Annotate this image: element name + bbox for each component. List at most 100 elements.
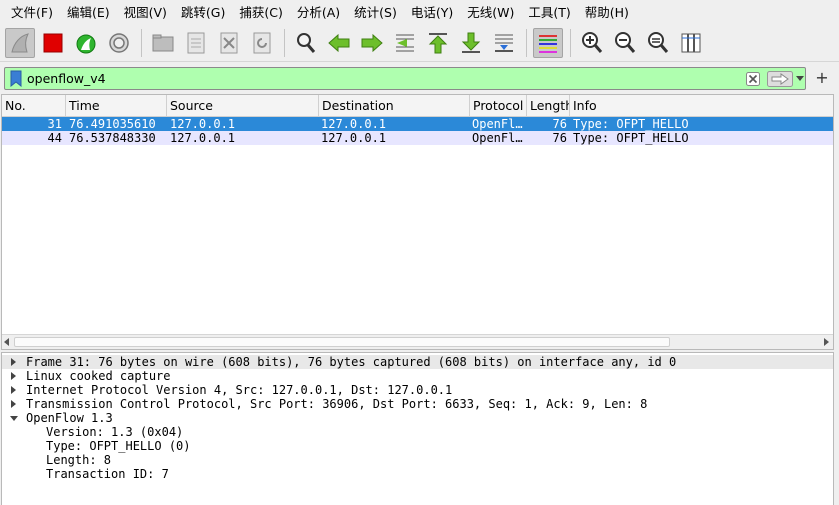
column-header-no[interactable]: No.	[2, 95, 66, 116]
packet-length: 76	[552, 131, 567, 145]
packet-protocol: OpenFl…	[472, 117, 523, 131]
scrollbar-thumb[interactable]	[14, 337, 670, 347]
zoom-normal-icon	[648, 32, 669, 53]
gear-icon	[109, 33, 129, 53]
go-last-packet-button[interactable]	[456, 28, 486, 58]
zoom-out-icon	[615, 32, 636, 53]
packet-length: 76	[552, 117, 567, 131]
display-filter-input[interactable]	[27, 68, 727, 89]
colorize-button[interactable]	[533, 28, 563, 58]
arrow-left-icon	[328, 33, 350, 53]
packet-protocol: OpenFl…	[472, 131, 523, 145]
expand-arrow-icon[interactable]	[11, 400, 16, 408]
collapse-arrow-icon[interactable]	[10, 416, 18, 421]
detail-tree-item-linux[interactable]: Linux cooked capture	[2, 369, 833, 383]
packet-info: Type: OFPT_HELLO	[573, 117, 689, 131]
go-back-button[interactable]	[324, 28, 354, 58]
zoom-normal-button[interactable]	[643, 28, 673, 58]
packet-source: 127.0.0.1	[170, 117, 236, 131]
detail-field-transaction-id[interactable]: Transaction ID: 7	[2, 467, 833, 481]
column-header-destination[interactable]: Destination	[319, 95, 470, 116]
packet-no: 44	[47, 131, 62, 145]
menu-view[interactable]: 视图(V)	[117, 0, 174, 25]
go-to-packet-button[interactable]	[390, 28, 420, 58]
packet-destination: 127.0.0.1	[321, 117, 387, 131]
folder-icon	[152, 34, 174, 52]
reload-file-button[interactable]	[247, 28, 277, 58]
restart-fin-icon	[76, 34, 96, 54]
menu-statistics[interactable]: 统计(S)	[347, 0, 404, 25]
horizontal-scrollbar[interactable]	[2, 334, 833, 349]
packet-info: Type: OFPT_HELLO	[573, 131, 689, 145]
open-file-button[interactable]	[148, 28, 178, 58]
column-header-length[interactable]: Length	[527, 95, 570, 116]
start-capture-button[interactable]	[5, 28, 35, 58]
shark-fin-icon	[11, 33, 29, 53]
menu-help[interactable]: 帮助(H)	[578, 0, 636, 25]
packet-row[interactable]: 31 76.491035610 127.0.0.1 127.0.0.1 Open…	[2, 117, 833, 131]
expand-arrow-icon[interactable]	[11, 372, 16, 380]
expand-arrow-icon[interactable]	[11, 386, 16, 394]
chevron-down-icon[interactable]	[796, 76, 804, 82]
auto-scroll-button[interactable]	[489, 28, 519, 58]
packet-list: No. Time Source Destination Protocol Len…	[1, 94, 834, 350]
scroll-left-icon[interactable]	[4, 338, 9, 346]
packet-details-pane: Frame 31: 76 bytes on wire (608 bits), 7…	[1, 352, 834, 505]
go-first-packet-button[interactable]	[423, 28, 453, 58]
arrow-right-icon	[361, 33, 383, 53]
detail-tree-item-tcp[interactable]: Transmission Control Protocol, Src Port:…	[2, 397, 833, 411]
apply-filter-icon[interactable]	[767, 71, 793, 87]
detail-tree-item-frame[interactable]: Frame 31: 76 bytes on wire (608 bits), 7…	[2, 355, 833, 369]
display-filter-bar: +	[0, 64, 839, 92]
expand-arrow-icon[interactable]	[11, 358, 16, 366]
menu-analyze[interactable]: 分析(A)	[290, 0, 347, 25]
display-filter-box	[4, 67, 806, 90]
stop-capture-button[interactable]	[38, 28, 68, 58]
column-header-protocol[interactable]: Protocol	[470, 95, 527, 116]
window-edge	[834, 94, 839, 505]
scroll-right-icon[interactable]	[824, 338, 829, 346]
menu-wireless[interactable]: 无线(W)	[460, 0, 521, 25]
reload-icon	[253, 32, 271, 54]
close-file-button[interactable]	[214, 28, 244, 58]
add-filter-button[interactable]: +	[811, 67, 833, 89]
packet-time: 76.537848330	[69, 131, 156, 145]
menu-tools[interactable]: 工具(T)	[521, 0, 577, 25]
bookmark-icon[interactable]	[9, 70, 23, 87]
detail-field-length[interactable]: Length: 8	[2, 453, 833, 467]
packet-row[interactable]: 44 76.537848330 127.0.0.1 127.0.0.1 Open…	[2, 131, 833, 145]
detail-tree-item-ip[interactable]: Internet Protocol Version 4, Src: 127.0.…	[2, 383, 833, 397]
menu-telephony[interactable]: 电话(Y)	[404, 0, 460, 25]
restart-capture-button[interactable]	[71, 28, 101, 58]
search-icon	[297, 33, 316, 53]
file-icon	[187, 32, 205, 54]
find-packet-button[interactable]	[291, 28, 321, 58]
packet-time: 76.491035610	[69, 117, 156, 131]
close-file-icon	[220, 32, 238, 54]
capture-options-button[interactable]	[104, 28, 134, 58]
packet-list-header: No. Time Source Destination Protocol Len…	[2, 95, 833, 117]
column-header-info[interactable]: Info	[570, 95, 833, 116]
detail-field-version[interactable]: Version: 1.3 (0x04)	[2, 425, 833, 439]
detail-field-type[interactable]: Type: OFPT_HELLO (0)	[2, 439, 833, 453]
stop-icon	[43, 33, 63, 53]
column-header-time[interactable]: Time	[66, 95, 167, 116]
menu-bar: 文件(F) 编辑(E) 视图(V) 跳转(G) 捕获(C) 分析(A) 统计(S…	[0, 0, 839, 25]
detail-tree-item-openflow[interactable]: OpenFlow 1.3	[2, 411, 833, 425]
clear-filter-icon[interactable]	[746, 72, 760, 86]
zoom-in-button[interactable]	[577, 28, 607, 58]
zoom-out-button[interactable]	[610, 28, 640, 58]
arrow-down-icon	[461, 32, 481, 53]
arrow-up-icon	[428, 33, 448, 54]
menu-file[interactable]: 文件(F)	[4, 0, 60, 25]
go-forward-button[interactable]	[357, 28, 387, 58]
menu-capture[interactable]: 捕获(C)	[232, 0, 289, 25]
menu-edit[interactable]: 编辑(E)	[60, 0, 117, 25]
toolbar-separator	[570, 29, 571, 57]
packet-no: 31	[47, 117, 62, 131]
main-toolbar	[0, 25, 839, 62]
menu-go[interactable]: 跳转(G)	[174, 0, 232, 25]
resize-columns-button[interactable]	[676, 28, 706, 58]
save-file-button[interactable]	[181, 28, 211, 58]
column-header-source[interactable]: Source	[167, 95, 319, 116]
